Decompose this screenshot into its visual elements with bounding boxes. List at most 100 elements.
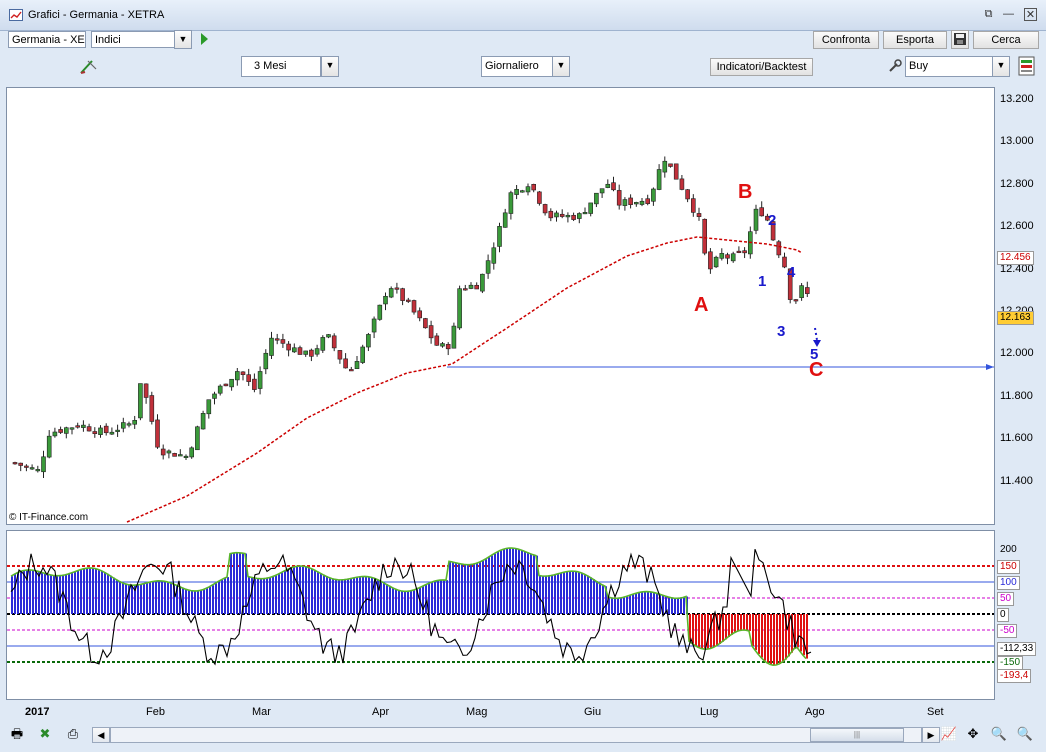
candle-body	[445, 344, 451, 350]
year-label: 2017	[25, 706, 50, 718]
candle-body	[742, 250, 747, 254]
candle-body	[286, 343, 291, 351]
price-tick: 12.600	[1000, 220, 1034, 232]
candle-body	[291, 347, 297, 353]
printer-icon[interactable]: ⎙	[64, 726, 82, 742]
chart-type-icon[interactable]: 📈	[940, 726, 958, 742]
oscillator-bar	[551, 575, 553, 614]
candle-body	[759, 207, 765, 217]
osc-level-minus-50: -50	[997, 624, 1018, 638]
excel-icon[interactable]: ✖	[36, 726, 54, 742]
oscillator-bar	[755, 614, 757, 651]
candle-body	[519, 190, 525, 193]
oscillator-bar	[734, 614, 736, 633]
indicators-button[interactable]: Indicatori/Backtest	[710, 58, 813, 76]
search-button[interactable]: Cerca	[973, 31, 1039, 49]
candle-body	[690, 198, 696, 213]
osc-level-100: 100	[997, 576, 1020, 590]
horizontal-scrollbar[interactable]	[110, 727, 922, 743]
play-icon[interactable]	[201, 33, 208, 45]
oscillator-bar	[11, 576, 13, 614]
close-icon[interactable]: ✕	[1024, 8, 1037, 21]
oscillator-bar	[266, 578, 268, 614]
order-select[interactable]: Buy	[905, 56, 993, 77]
oscillator-bar	[326, 576, 328, 614]
oscillator-bar	[131, 585, 133, 614]
month-label: Ago	[805, 706, 825, 718]
oscillator-bar	[236, 552, 238, 614]
oscillator-bar	[110, 575, 112, 614]
zoom-out-icon[interactable]: 🔍	[990, 726, 1008, 742]
order-dropdown-button[interactable]: ▼	[992, 56, 1010, 77]
candle-body	[628, 197, 633, 205]
oscillator-bar	[341, 579, 343, 614]
minimize-icon[interactable]: —	[1002, 8, 1015, 21]
zoom-in-icon[interactable]: 🔍	[1016, 726, 1034, 742]
oscillator-bar	[275, 575, 277, 614]
candle-body	[559, 213, 565, 217]
price-tick: 12.800	[1000, 178, 1034, 190]
interval-dropdown-button[interactable]: ▼	[552, 56, 570, 77]
crosshair-icon[interactable]: ✥	[964, 726, 982, 742]
oscillator-bar	[149, 582, 151, 614]
compare-button[interactable]: Confronta	[813, 31, 879, 49]
oscillator-bar	[758, 614, 760, 654]
month-label: Mar	[252, 706, 271, 718]
print-preview-icon[interactable]: 🖶	[8, 726, 26, 742]
period-dropdown-button[interactable]: ▼	[321, 56, 339, 77]
candle-body	[172, 453, 177, 457]
interval-select[interactable]: Giornaliero	[481, 56, 553, 77]
oscillator-bar	[317, 571, 319, 614]
oscillator-bar	[251, 577, 253, 614]
oscillator-bar	[773, 614, 775, 666]
oscillator-bar	[635, 593, 637, 614]
wave-label-2: 2	[768, 212, 777, 229]
candle-body	[725, 254, 730, 259]
candle-body	[81, 424, 86, 428]
scroll-right-button[interactable]: ▶	[922, 727, 940, 743]
scrollbar-thumb[interactable]: |||	[810, 728, 904, 742]
oscillator-bar	[224, 578, 226, 614]
candle-body	[565, 214, 571, 218]
draw-tool-icon[interactable]	[78, 57, 98, 75]
type-select[interactable]: Indici	[91, 31, 175, 48]
candle-body	[480, 273, 485, 292]
oscillator-bar	[563, 572, 565, 614]
export-button[interactable]: Esporta	[883, 31, 947, 49]
wrench-icon[interactable]	[887, 58, 903, 74]
save-icon[interactable]	[951, 30, 969, 49]
oscillator-bar	[272, 576, 274, 614]
oscillator-bar	[86, 568, 88, 614]
oscillator-bar	[254, 577, 256, 614]
oscillator-bar	[311, 568, 313, 614]
candle-body	[166, 450, 172, 454]
oscillator-bar	[425, 585, 427, 614]
candle-body	[679, 178, 685, 190]
type-dropdown-button[interactable]: ▼	[174, 30, 192, 49]
candle-body	[143, 383, 149, 398]
oscillator-bar	[485, 559, 487, 614]
market-field[interactable]: Germania - XE	[8, 31, 86, 48]
candle-body	[303, 350, 309, 355]
price-chart[interactable]	[7, 88, 994, 524]
oscillator-bar	[398, 590, 400, 614]
oscillator-chart[interactable]	[7, 531, 994, 699]
restore-icon[interactable]: ⧉	[982, 8, 995, 21]
candle-body	[405, 299, 411, 302]
oscillator-bar	[644, 591, 646, 614]
oscillator-bar	[632, 594, 634, 614]
oscillator-bar	[146, 583, 148, 614]
oscillator-bar	[653, 592, 655, 614]
order-book-icon[interactable]	[1016, 55, 1038, 77]
oscillator-bar	[413, 590, 415, 614]
period-select[interactable]: 3 Mesi	[241, 56, 321, 77]
candle-body	[46, 435, 52, 458]
oscillator-bar	[155, 581, 157, 614]
candle-body	[132, 420, 137, 425]
candle-body	[531, 184, 537, 191]
scroll-left-button[interactable]: ◀	[92, 727, 110, 743]
oscillator-bar	[137, 584, 139, 614]
oscillator-bar	[269, 577, 271, 614]
candle-body	[320, 337, 326, 351]
candle-body	[662, 160, 668, 173]
